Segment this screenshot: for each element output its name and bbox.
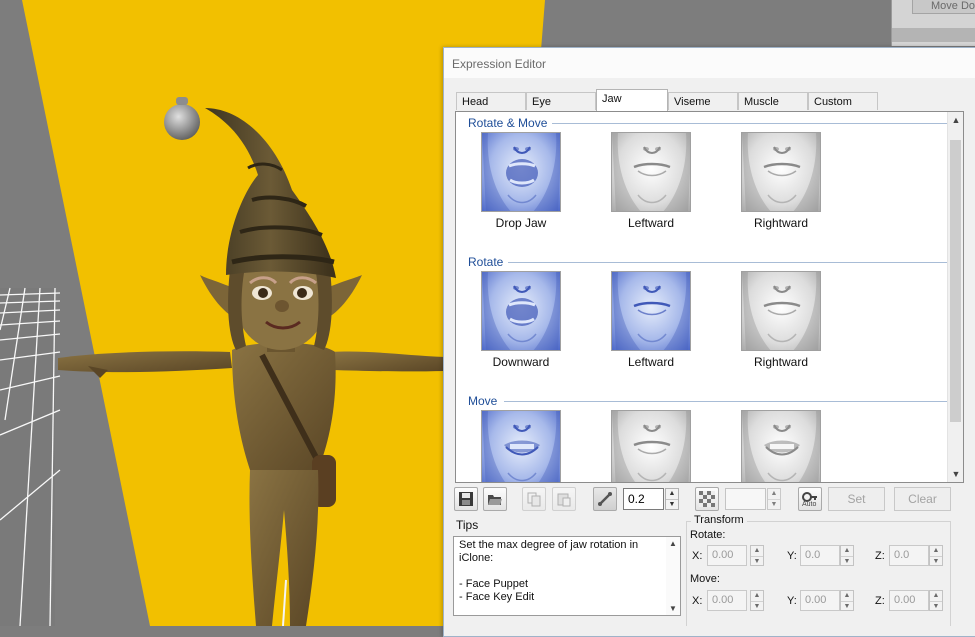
bone-icon (598, 492, 612, 506)
copy-icon (527, 492, 541, 507)
move-z-stepper[interactable]: ▲ ▼ (929, 590, 943, 611)
folder-open-icon (488, 495, 502, 505)
thumb-label: Leftward (627, 216, 675, 230)
scroll-down-icon[interactable]: ▼ (666, 604, 680, 613)
move-y-field[interactable]: 0.00 (800, 590, 840, 611)
rotate-y-field[interactable]: 0.0 (800, 545, 840, 566)
tab-jaw[interactable]: Jaw (596, 89, 668, 111)
panel-bar (892, 28, 975, 42)
mask-button[interactable] (695, 487, 719, 511)
move-x-stepper[interactable]: ▲ ▼ (750, 590, 764, 611)
strength-input[interactable] (623, 488, 664, 510)
thumb-label: Drop Jaw (495, 216, 547, 230)
tab-custom[interactable]: Custom (808, 92, 878, 110)
move-z-label: Z: (875, 595, 885, 607)
tips-scrollbar[interactable]: ▲ ▼ (666, 537, 680, 615)
panel-scrollbar[interactable]: ▲ ▼ (947, 112, 963, 482)
rotate-y-label: Y: (787, 550, 797, 562)
clear-button[interactable]: Clear (894, 487, 951, 511)
move-y-stepper[interactable]: ▲ ▼ (840, 590, 854, 611)
move-x-label: X: (692, 595, 703, 607)
scroll-up-icon[interactable]: ▲ (666, 539, 680, 548)
thumb-move-forward[interactable] (481, 410, 561, 482)
rotate-z-stepper[interactable]: ▲ ▼ (929, 545, 943, 566)
stepper-up-icon[interactable]: ▲ (666, 489, 678, 499)
save-icon (459, 492, 473, 506)
move-x-field[interactable]: 0.00 (707, 590, 747, 611)
tips-label: Tips (456, 518, 479, 532)
value-box[interactable] (725, 488, 766, 510)
stepper-up-icon[interactable]: ▲ (768, 489, 780, 499)
move-label: Move: (690, 573, 720, 585)
rotate-x-label: X: (692, 550, 703, 562)
group-divider (508, 262, 951, 263)
thumb-rightward[interactable] (741, 132, 821, 212)
rotate-z-field[interactable]: 0.0 (889, 545, 929, 566)
tab-viseme[interactable]: Viseme (668, 92, 738, 110)
floor-grid (0, 287, 61, 626)
rotate-z-label: Z: (875, 550, 885, 562)
save-button[interactable] (454, 487, 478, 511)
thumb-leftward[interactable] (611, 132, 691, 212)
jaw-expression-panel: Rotate & Move Drop Jaw Leftward Rightwar… (455, 111, 964, 483)
set-button[interactable]: Set (828, 487, 885, 511)
rotate-x-field[interactable]: 0.00 (707, 545, 747, 566)
scrollbar-thumb[interactable] (950, 140, 961, 422)
scroll-up-icon[interactable]: ▲ (948, 112, 963, 128)
bone-button[interactable] (593, 487, 617, 511)
move-z-field[interactable]: 0.00 (889, 590, 929, 611)
move-y-label: Y: (787, 595, 797, 607)
thumb-rightward[interactable] (741, 271, 821, 351)
value-stepper[interactable]: ▲ ▼ (767, 488, 781, 510)
paste-button[interactable] (552, 487, 576, 511)
stepper-down-icon[interactable]: ▼ (666, 499, 678, 509)
group-divider (504, 401, 951, 402)
open-button[interactable] (483, 487, 507, 511)
group-title-move: Move (468, 394, 498, 408)
dialog-title: Expression Editor (452, 57, 547, 71)
group-title-rotate: Rotate (468, 255, 504, 269)
move-down-button[interactable]: Move Down (912, 0, 975, 14)
thumb-label: Leftward (627, 355, 675, 369)
rotate-label: Rotate: (690, 529, 726, 541)
tab-eye[interactable]: Eye (526, 92, 596, 110)
tab-muscle[interactable]: Muscle (738, 92, 808, 110)
auto-key-button[interactable]: Auto (798, 487, 822, 511)
thumb-leftward[interactable] (611, 271, 691, 351)
tips-box: Set the max degree of jaw rotation in iC… (453, 536, 681, 616)
viewport-side-panel: Move Down (891, 0, 975, 46)
thumb-downward[interactable] (481, 271, 561, 351)
scroll-down-icon[interactable]: ▼ (948, 466, 963, 482)
rotate-x-stepper[interactable]: ▲ ▼ (750, 545, 764, 566)
paste-icon (557, 493, 571, 507)
stepper-down-icon[interactable]: ▼ (768, 499, 780, 509)
copy-button[interactable] (522, 487, 546, 511)
group-divider (552, 123, 951, 124)
thumb-drop-jaw[interactable] (481, 132, 561, 212)
rotate-y-stepper[interactable]: ▲ ▼ (840, 545, 854, 566)
thumb-label: Rightward (753, 355, 809, 369)
thumb-label: Downward (492, 355, 550, 369)
tab-head[interactable]: Head (456, 92, 526, 110)
tips-text: Set the max degree of jaw rotation in iC… (459, 539, 639, 603)
thumb-move-rightward[interactable] (741, 410, 821, 482)
strength-stepper[interactable]: ▲ ▼ (665, 488, 679, 510)
dialog-titlebar[interactable]: Expression Editor (444, 48, 975, 78)
checker-icon (699, 491, 715, 507)
thumb-label: Rightward (753, 216, 809, 230)
thumb-move-leftward[interactable] (611, 410, 691, 482)
auto-label: Auto (802, 501, 817, 508)
bell-decoration (164, 104, 200, 140)
group-title-rotate-move: Rotate & Move (468, 116, 548, 130)
transform-title: Transform (691, 514, 747, 526)
